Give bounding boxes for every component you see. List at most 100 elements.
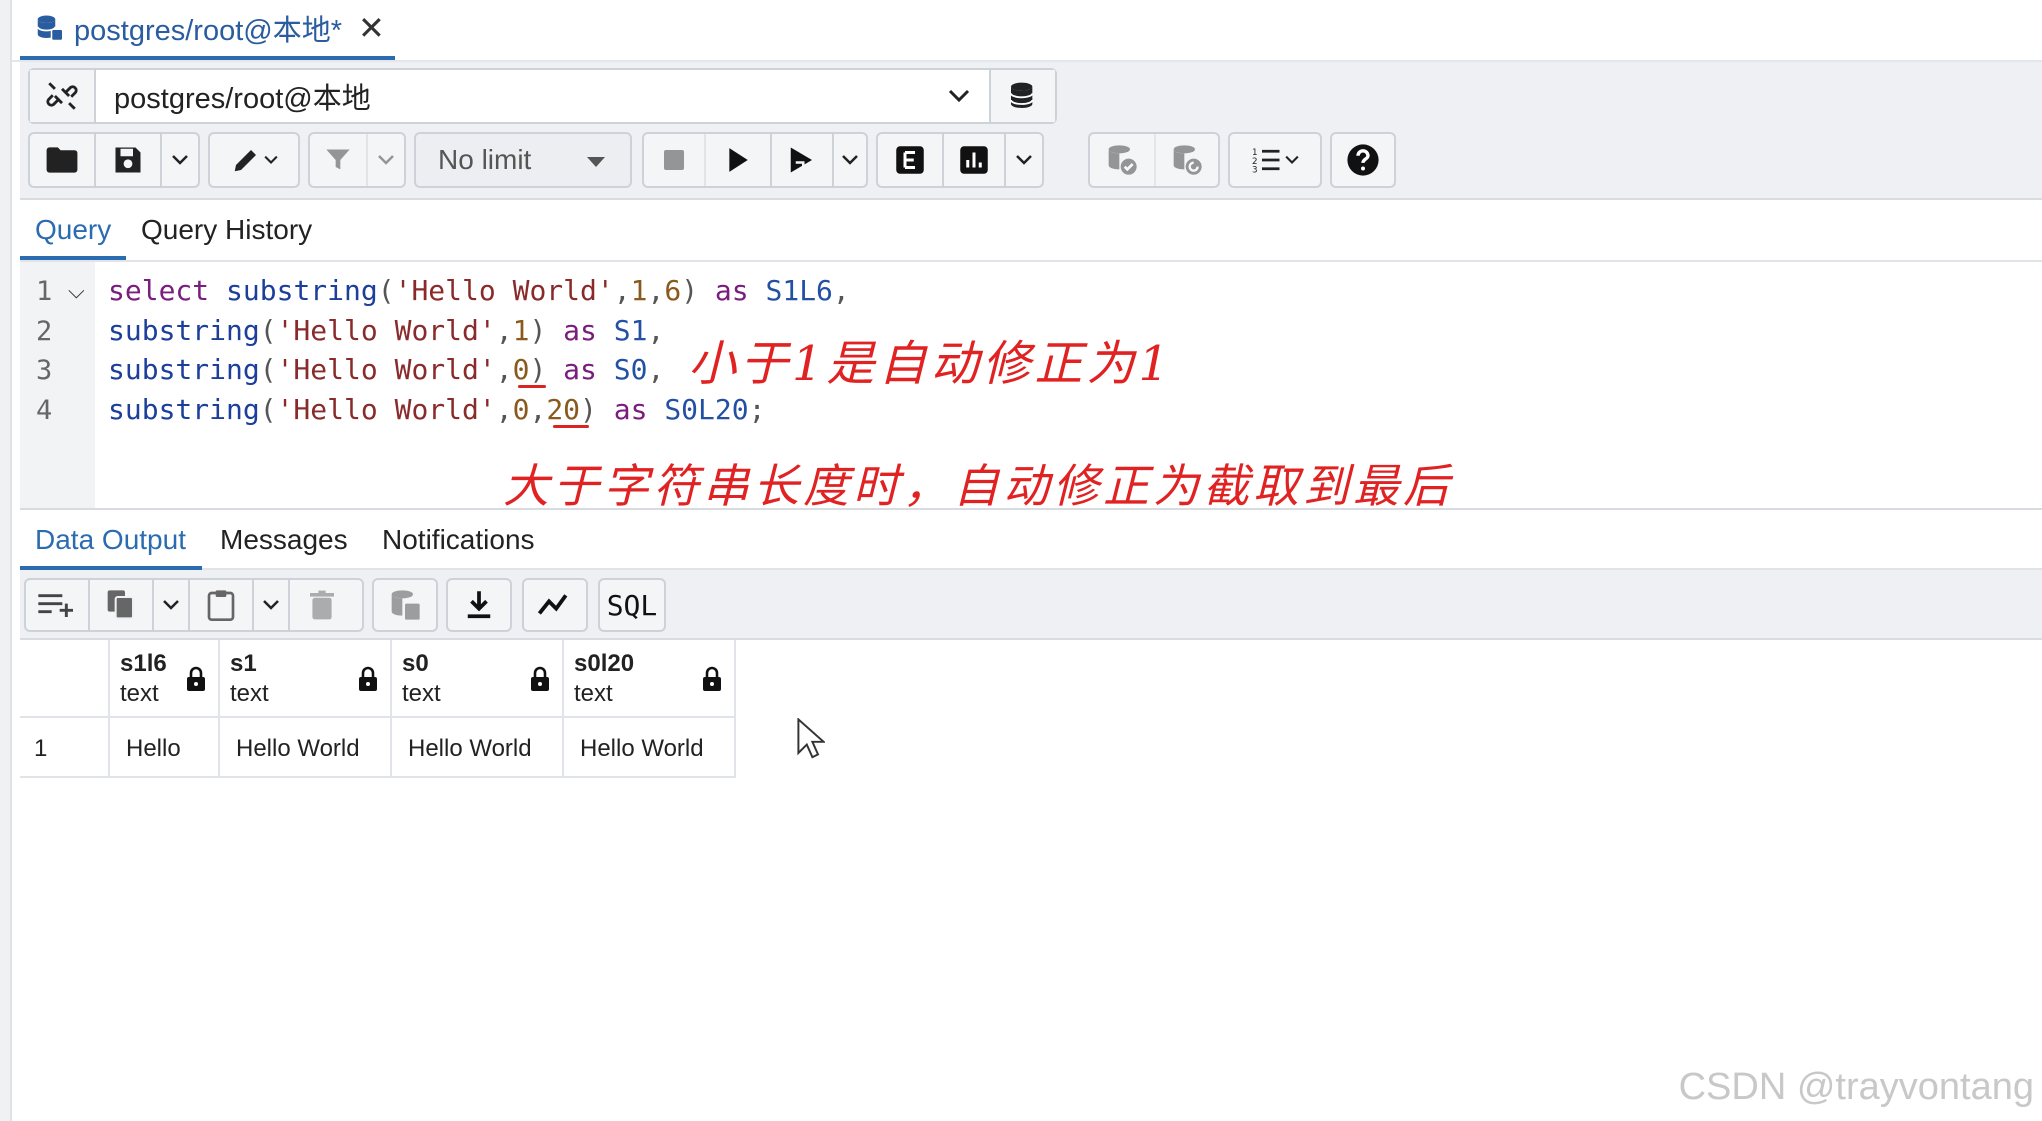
execute-script-button[interactable] [772,134,834,186]
code-line[interactable]: select substring('Hello World',1,6) as S… [108,274,850,307]
code-line[interactable]: substring('Hello World',0) as S0, [108,353,664,386]
stop-button[interactable] [644,134,706,186]
save-data-button-group [372,578,438,632]
column-name: s0l20 [574,650,635,677]
add-row-button[interactable] [26,580,90,630]
explain-button[interactable] [878,134,944,186]
lock-icon [531,666,549,691]
code-token: 0 [512,353,530,386]
edit-menu-button[interactable] [210,134,298,186]
caret-down-icon [587,157,605,167]
stop-icon [664,150,684,170]
execute-options-dropdown[interactable] [834,134,866,186]
tab-data-output[interactable]: Data Output [35,524,186,556]
view-sql-button[interactable]: SQL [600,580,664,630]
edit-button-group [208,132,300,188]
code-token: 6 [664,274,682,307]
filter-button-group [308,132,406,188]
play-icon [729,148,748,172]
code-token: ) [681,274,715,307]
column-header[interactable]: s1 text [220,640,392,718]
code-token: 'Hello World' [276,314,496,347]
column-type: text [230,680,269,707]
delete-row-button[interactable] [290,580,354,630]
execute-button[interactable] [706,134,772,186]
filter-button[interactable] [310,134,368,186]
grid-corner-cell[interactable] [20,640,110,718]
sql-editor[interactable]: 1 ⌵ 2 3 4 select substring('Hello World'… [20,262,2042,513]
graph-visualiser-button[interactable] [524,580,586,630]
code-token: , [647,314,665,347]
row-number-cell[interactable]: 1 [20,718,110,778]
help-button[interactable] [1332,134,1394,186]
copy-icon [107,590,134,620]
column-header[interactable]: s0l20 text [564,640,736,718]
rollback-button[interactable] [1156,134,1218,186]
cell-value: Hello World [236,735,360,762]
save-options-dropdown[interactable] [162,134,198,186]
mouse-cursor-icon [797,718,825,759]
download-button[interactable] [448,580,510,630]
copy-options-dropdown[interactable] [154,580,190,630]
trash-icon [310,590,334,620]
row-limit-select[interactable]: No limit [414,132,632,188]
line-number: 3 [36,355,53,386]
code-token: S1 [613,314,648,347]
code-token: as [563,353,614,386]
code-line[interactable]: substring('Hello World',1) as S1, [108,314,664,347]
active-tab-indicator [20,256,126,260]
paste-button[interactable] [190,580,254,630]
annotation-note-min: 小于1是自动修正为1 [688,336,1174,392]
chevron-down-icon [842,155,858,165]
database-save-icon [391,590,420,620]
download-icon [467,591,491,619]
chevron-down-icon [1285,155,1299,164]
save-file-button[interactable] [96,134,162,186]
column-type: text [574,680,613,707]
filter-icon [326,149,350,170]
tab-messages[interactable]: Messages [220,524,348,556]
grid-cell[interactable]: Hello [110,718,220,778]
code-token: 20 [546,393,581,426]
close-icon[interactable]: ✕ [358,12,385,44]
tab-notifications[interactable]: Notifications [382,524,535,556]
tab-query[interactable]: Query [35,214,111,246]
grid-cell[interactable]: Hello World [220,718,392,778]
query-tool-tab[interactable]: postgres/root@本地* ✕ [20,0,395,60]
annotation-underline [553,425,589,428]
code-line[interactable]: substring('Hello World',0,20) as S0L20; [108,393,765,426]
code-token: ) [529,353,564,386]
tab-query-history[interactable]: Query History [141,214,312,246]
fold-chevron-icon[interactable]: ⌵ [68,278,85,304]
pencil-icon [234,150,256,172]
grid-cell[interactable]: Hello World [564,718,736,778]
code-token: ( [377,274,395,307]
code-token: , [495,314,513,347]
commit-button[interactable] [1090,134,1156,186]
column-header[interactable]: s1l6 text [110,640,220,718]
open-file-button[interactable] [30,134,96,186]
code-token: substring [108,314,260,347]
grid-cell[interactable]: Hello World [392,718,564,778]
database-icon [36,15,64,42]
code-token: , [647,353,665,386]
code-token: , [647,274,665,307]
macros-button[interactable]: 123 [1230,134,1320,186]
connection-status-icon[interactable] [30,70,96,122]
cell-value: Hello World [408,735,532,762]
database-undo-icon [1173,145,1202,175]
filter-options-dropdown[interactable] [368,134,404,186]
numbered-list-icon: 123 [1252,148,1280,175]
explain-options-dropdown[interactable] [1006,134,1042,186]
code-token: ( [259,353,277,386]
new-connection-button[interactable] [989,70,1055,122]
lock-icon [187,666,205,691]
save-data-button[interactable] [374,580,436,630]
explain-analyze-button[interactable] [944,134,1006,186]
chevron-down-icon[interactable] [929,70,989,122]
column-header[interactable]: s0 text [392,640,564,718]
paste-options-dropdown[interactable] [254,580,290,630]
copy-button[interactable] [90,580,154,630]
connection-label: postgres/root@本地 [114,83,371,115]
connection-selector[interactable]: postgres/root@本地 [28,68,1057,124]
